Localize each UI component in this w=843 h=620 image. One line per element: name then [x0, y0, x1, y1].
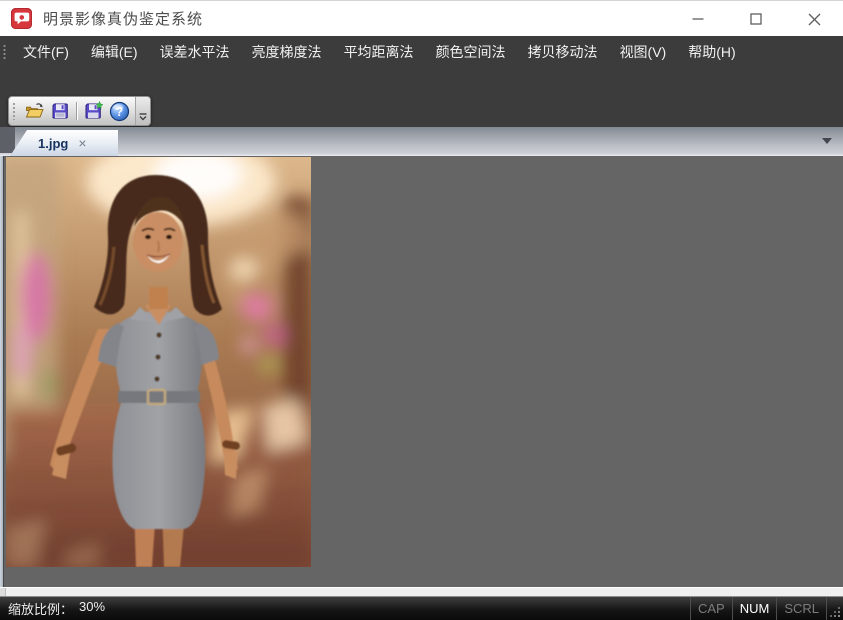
toolbar: ?	[8, 96, 151, 126]
save-as-button[interactable]	[80, 98, 106, 124]
document-tab-strip: 1.jpg ×	[0, 127, 843, 156]
menu-and-toolbar-dock: 文件(F) 编辑(E) 误差水平法 亮度梯度法 平均距离法 颜色空间法 拷贝移动…	[0, 36, 843, 127]
titlebar: 明景影像真伪鉴定系统	[0, 0, 843, 36]
scroll-lock-indicator: SCRL	[776, 597, 827, 620]
menu-item-average-distance[interactable]: 平均距离法	[333, 38, 425, 66]
folder-open-icon	[24, 101, 44, 121]
menu-item-file[interactable]: 文件(F)	[12, 38, 80, 66]
close-icon	[808, 13, 821, 26]
minimize-icon	[692, 13, 704, 25]
menu-item-help[interactable]: 帮助(H)	[677, 38, 746, 66]
document-image[interactable]	[6, 157, 311, 567]
zoom-value: 30%	[79, 599, 105, 618]
tab-list-dropdown-icon[interactable]	[822, 138, 832, 144]
zoom-label: 缩放比例：	[8, 599, 73, 618]
menu-item-color-space[interactable]: 颜色空间法	[425, 38, 517, 66]
menu-item-luminance-gradient[interactable]: 亮度梯度法	[241, 38, 333, 66]
minimize-button[interactable]	[669, 1, 727, 37]
tab-close-icon[interactable]: ×	[78, 136, 86, 150]
toolbar-overflow-icon	[139, 113, 147, 121]
menu-item-ela[interactable]: 误差水平法	[149, 38, 241, 66]
caps-lock-indicator: CAP	[690, 597, 732, 620]
close-button[interactable]	[785, 1, 843, 37]
open-file-button[interactable]	[21, 98, 47, 124]
menu-item-view[interactable]: 视图(V)	[609, 38, 678, 66]
window-title: 明景影像真伪鉴定系统	[43, 8, 203, 29]
save-icon	[50, 101, 70, 121]
svg-text:?: ?	[115, 105, 123, 119]
scrollbar-left-button[interactable]	[0, 588, 6, 596]
help-icon: ?	[109, 101, 130, 122]
help-button[interactable]: ?	[106, 98, 132, 124]
tabstrip-left-corner	[0, 127, 15, 153]
app-logo-icon	[11, 8, 32, 29]
document-viewport	[0, 156, 843, 587]
maximize-button[interactable]	[727, 1, 785, 37]
toolbar-separator	[76, 102, 77, 120]
menu-item-copy-move[interactable]: 拷贝移动法	[517, 38, 609, 66]
keyboard-indicators: CAP NUM SCRL	[690, 597, 843, 620]
window-controls	[669, 1, 843, 37]
statusbar: 缩放比例： 30% CAP NUM SCRL	[0, 597, 843, 620]
menu-item-edit[interactable]: 编辑(E)	[80, 38, 149, 66]
photo-illustration	[6, 157, 311, 567]
maximize-icon	[750, 13, 762, 25]
viewport-left-edge	[0, 156, 4, 587]
toolbar-overflow-button[interactable]	[135, 97, 150, 125]
tab-label: 1.jpg	[38, 136, 68, 151]
num-lock-indicator: NUM	[732, 597, 777, 620]
menubar: 文件(F) 编辑(E) 误差水平法 亮度梯度法 平均距离法 颜色空间法 拷贝移动…	[0, 36, 843, 67]
menubar-grip[interactable]	[3, 44, 6, 60]
toolbar-grip[interactable]	[12, 102, 19, 120]
save-as-icon	[83, 101, 103, 121]
save-button[interactable]	[47, 98, 73, 124]
resize-grip[interactable]	[827, 597, 843, 620]
tab-1jpg[interactable]: 1.jpg ×	[10, 130, 118, 156]
resize-grip-icon	[829, 606, 841, 618]
zoom-readout: 缩放比例： 30%	[8, 599, 105, 618]
horizontal-scrollbar[interactable]	[0, 587, 843, 597]
